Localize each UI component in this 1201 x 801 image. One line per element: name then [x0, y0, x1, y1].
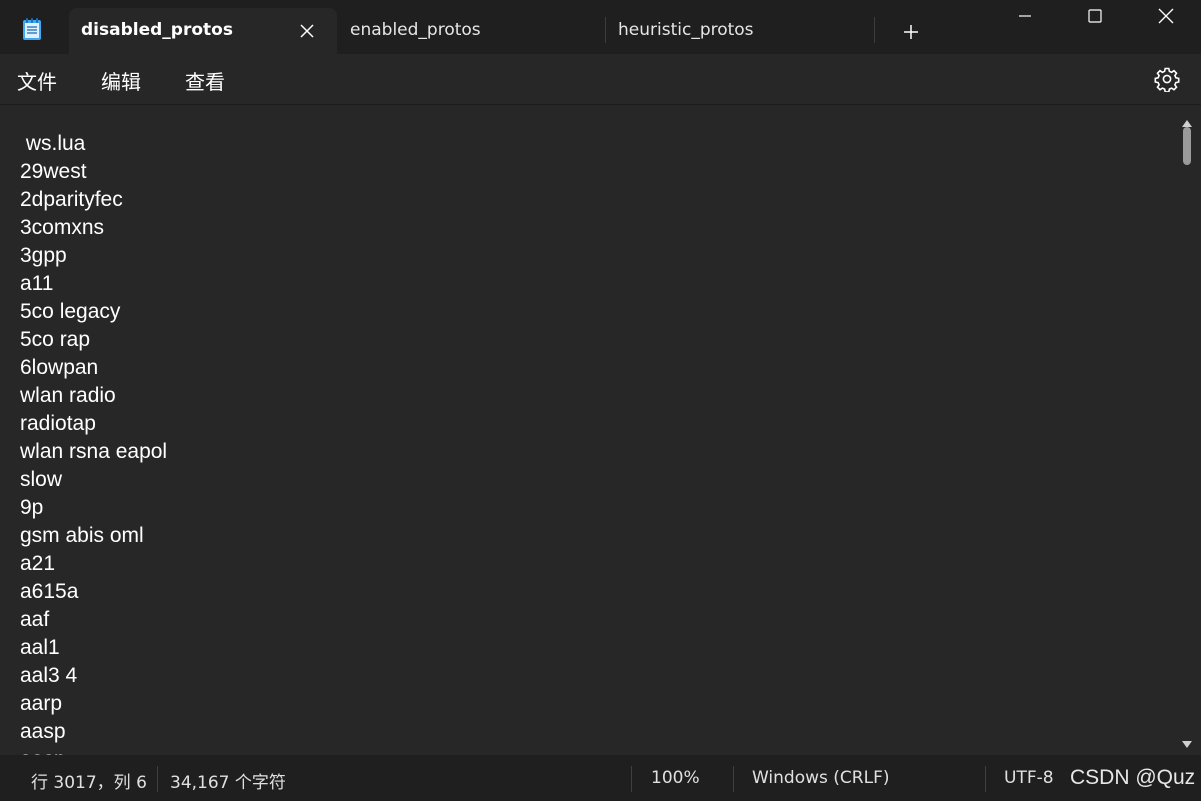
editor-line: ws.lua: [20, 132, 86, 155]
editor-line: wlan rsna eapol: [20, 440, 168, 463]
editor-line: aasp: [20, 746, 167, 755]
notepad-icon: [21, 17, 43, 41]
zoom-level[interactable]: 100%: [651, 768, 700, 788]
status-divider: [631, 766, 632, 792]
tab-label: enabled_protos: [350, 20, 481, 40]
status-divider: [985, 766, 986, 792]
editor-line: 5co rap: [20, 328, 91, 351]
editor-line: 29west: [20, 160, 87, 183]
watermark: CSDN @Quz: [1070, 766, 1196, 789]
char-count: 34,167 个字符: [170, 773, 286, 793]
editor-line: aal1: [20, 636, 60, 659]
editor-line: a21: [20, 552, 56, 575]
gear-icon[interactable]: [1154, 66, 1180, 93]
tab-heuristic-protos[interactable]: heuristic_protos: [606, 8, 874, 54]
maximize-icon[interactable]: [1072, 0, 1118, 32]
editor-line: wlan radio: [20, 384, 116, 407]
tab-enabled-protos[interactable]: enabled_protos: [337, 8, 605, 54]
menu-view[interactable]: 查看: [185, 66, 225, 95]
editor-line: 5co legacy: [20, 300, 121, 323]
editor-line: aarp: [20, 692, 63, 715]
editor-lines: ws.lua 29west 2dparityfec 3comxns 3gpp a11 5co…: [20, 130, 167, 755]
scrollbar-thumb[interactable]: [1183, 127, 1191, 165]
editor-line: 9p: [20, 496, 44, 519]
editor-line: 3gpp: [20, 244, 67, 267]
text-editor[interactable]: ws.lua 29west 2dparityfec 3comxns 3gpp a11 5co…: [0, 104, 1201, 755]
line-ending[interactable]: Windows (CRLF): [752, 768, 890, 788]
scroll-down-icon[interactable]: [1180, 736, 1194, 748]
menu-edit[interactable]: 编辑: [101, 66, 141, 95]
editor-line: a11: [20, 272, 54, 295]
editor-line: aasp: [20, 720, 66, 743]
close-icon[interactable]: [295, 19, 319, 43]
tab-disabled-protos[interactable]: disabled_protos: [69, 8, 337, 54]
editor-line: aaf: [20, 608, 50, 631]
editor-line: radiotap: [20, 412, 96, 435]
status-bar: 行 3017，列 6 34,167 个字符 100% Windows (CRLF…: [0, 755, 1201, 801]
tab-label: disabled_protos: [81, 20, 233, 40]
scroll-up-icon[interactable]: [1180, 114, 1194, 127]
editor-line: 3comxns: [20, 216, 105, 239]
editor-line: slow: [20, 468, 63, 491]
encoding[interactable]: UTF-8: [1004, 768, 1054, 788]
menu-file[interactable]: 文件: [17, 66, 57, 95]
tab-label: heuristic_protos: [618, 20, 754, 40]
editor-line: aal3 4: [20, 664, 78, 687]
title-bar: disabled_protos enabled_protos heuristic…: [0, 0, 1201, 54]
close-window-icon[interactable]: [1143, 0, 1189, 32]
minimize-icon[interactable]: [1002, 0, 1048, 32]
editor-line: gsm abis oml: [20, 524, 144, 547]
menu-bar: 文件 编辑 查看: [0, 54, 1201, 104]
cursor-position: 行 3017，列 6: [31, 773, 147, 793]
plus-icon[interactable]: [895, 18, 927, 46]
status-divider: [733, 766, 734, 792]
editor-line: 2dparityfec: [20, 188, 123, 211]
tab-divider: [874, 17, 875, 43]
editor-line: 6lowpan: [20, 356, 99, 379]
status-divider: [157, 766, 158, 792]
editor-line: a615a: [20, 580, 79, 603]
